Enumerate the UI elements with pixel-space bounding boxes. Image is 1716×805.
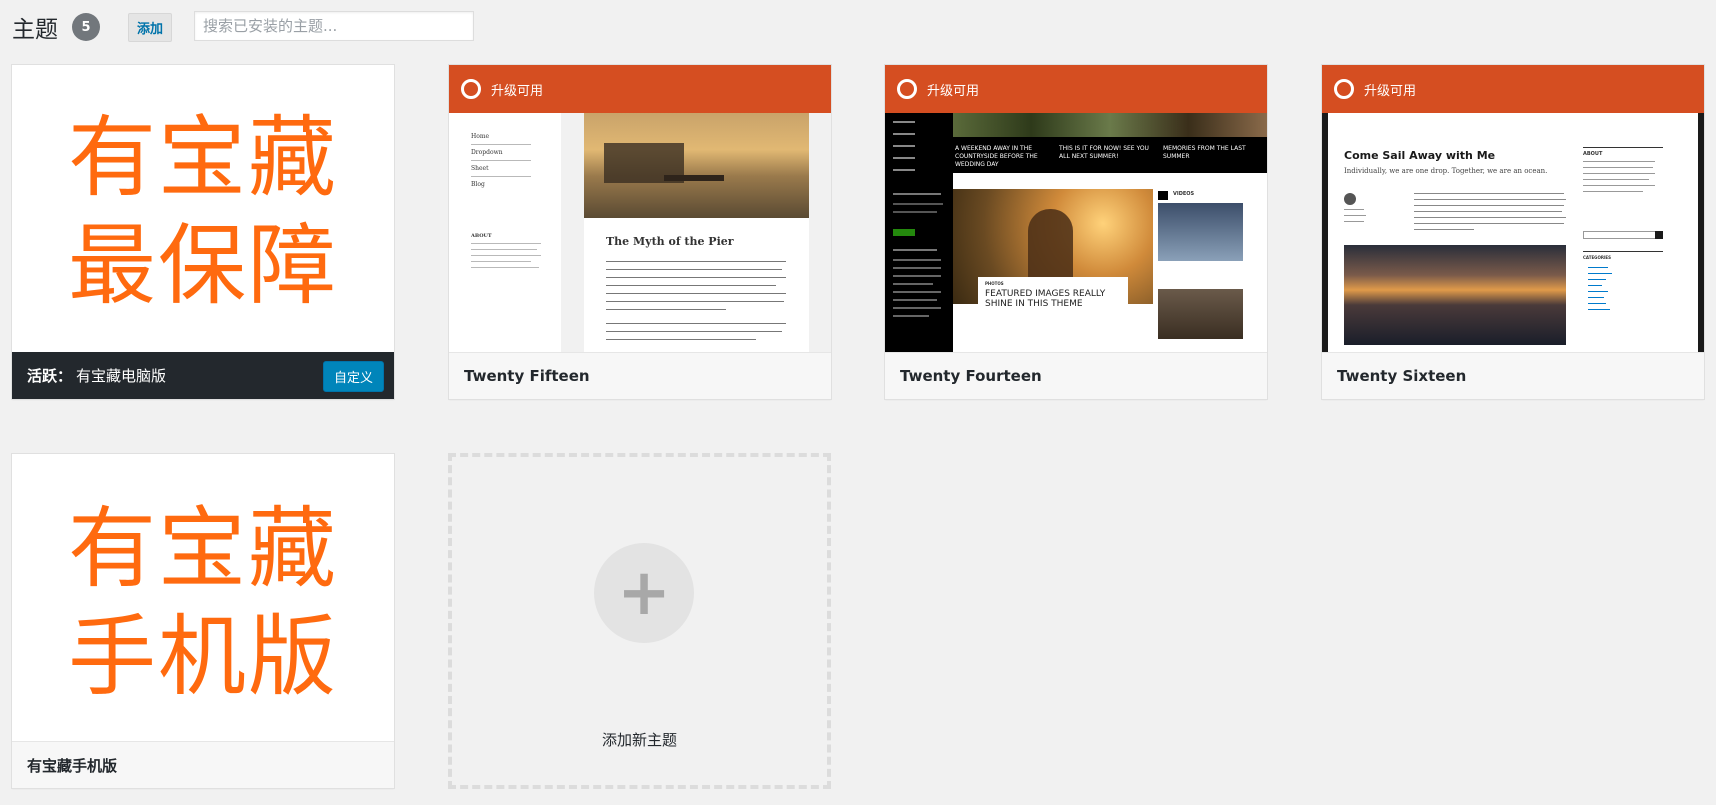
- add-circle: +: [594, 543, 694, 643]
- sidebar-heading: ABOUT: [471, 233, 492, 239]
- screenshot-text-line1: 有宝藏: [67, 497, 338, 600]
- nav-item: Blog: [471, 181, 485, 188]
- update-available-banner: 升级可用: [885, 65, 1267, 113]
- pier-image: [584, 113, 809, 218]
- update-label: 升级可用: [1364, 83, 1417, 99]
- screenshot-sidebar: Home Dropdown Sheet Blog ABOUT: [449, 113, 561, 352]
- feature-title: FEATURED IMAGES REALLY SHINE IN THIS THE…: [985, 289, 1106, 309]
- theme-name-bar: Twenty Sixteen: [1322, 352, 1704, 399]
- theme-name: Twenty Fifteen: [464, 367, 590, 385]
- page-title: 主题: [12, 17, 58, 43]
- refresh-icon: [1334, 79, 1354, 99]
- theme-screenshot: 升级可用 Come Sail Away with Me Individually…: [1322, 65, 1704, 352]
- sidebar-categories: CATEGORIES: [1583, 255, 1612, 260]
- theme-card-twenty-fifteen[interactable]: 升级可用 Home Dropdown Sheet Blog ABOUT The …: [448, 64, 832, 400]
- update-available-banner: 升级可用: [1322, 65, 1704, 113]
- theme-name-bar: 活跃： 有宝藏电脑版 自定义: [12, 352, 394, 399]
- theme-name: 有宝藏手机版: [27, 756, 118, 775]
- screenshot-content: Come Sail Away with Me Individually, we …: [1328, 113, 1698, 352]
- search-input[interactable]: [194, 11, 474, 41]
- theme-name-bar: 有宝藏手机版: [12, 741, 394, 788]
- headline: MEMORIES FROM THE LAST SUMMER: [1163, 145, 1246, 160]
- theme-card-mobile[interactable]: 有宝藏 手机版 有宝藏手机版: [11, 453, 395, 789]
- screenshot-text-line2: 最保障: [67, 214, 338, 317]
- theme-card-twenty-sixteen[interactable]: 升级可用 Come Sail Away with Me Individually…: [1321, 64, 1705, 400]
- plus-icon: +: [617, 556, 671, 630]
- post-subtitle: Individually, we are one drop. Together,…: [1344, 167, 1548, 175]
- customize-button[interactable]: 自定义: [322, 361, 384, 392]
- nav-item: Dropdown: [471, 149, 503, 156]
- active-label: 活跃：: [27, 367, 73, 385]
- sunset-image: [1344, 245, 1566, 345]
- update-label: 升级可用: [491, 83, 544, 99]
- theme-count-badge: 5: [72, 13, 100, 41]
- sidebar-about: ABOUT: [1583, 151, 1603, 157]
- post-title: The Myth of the Pier: [606, 235, 734, 248]
- add-new-theme-label: 添加新主题: [601, 731, 677, 749]
- theme-name: 有宝藏电脑版: [76, 367, 167, 385]
- theme-screenshot: 升级可用 Home Dropdown Sheet Blog ABOUT The …: [449, 65, 831, 352]
- page-header: 主题 5 添加: [12, 10, 173, 44]
- screenshot-text-line1: 有宝藏: [67, 106, 338, 209]
- screenshot-content: The Myth of the Pier: [584, 113, 809, 352]
- theme-card-twenty-fourteen[interactable]: 升级可用 A WEEKEND AWAY IN THE COUNTRYSIDE B: [884, 64, 1268, 400]
- videos-label: VIDEOS: [1173, 191, 1195, 197]
- add-theme-button[interactable]: 添加: [128, 12, 173, 42]
- theme-card-active[interactable]: 有宝藏 最保障 活跃： 有宝藏电脑版 自定义: [11, 64, 395, 400]
- theme-name-bar: Twenty Fifteen: [449, 352, 831, 399]
- nav-item: Sheet: [471, 165, 489, 172]
- refresh-icon: [461, 79, 481, 99]
- refresh-icon: [897, 79, 917, 99]
- nav-item: Home: [471, 133, 490, 140]
- headline: A WEEKEND AWAY IN THE COUNTRYSIDE BEFORE…: [955, 145, 1038, 168]
- screenshot-text-line2: 手机版: [67, 605, 338, 708]
- theme-name: Twenty Sixteen: [1337, 367, 1467, 385]
- add-new-theme-card[interactable]: + 添加新主题: [448, 453, 831, 789]
- theme-name: Twenty Fourteen: [900, 367, 1042, 385]
- theme-name-bar: Twenty Fourteen: [885, 352, 1267, 399]
- update-available-banner: 升级可用: [449, 65, 831, 113]
- post-title: Come Sail Away with Me: [1344, 149, 1496, 162]
- theme-screenshot: 有宝藏 手机版: [12, 454, 394, 741]
- screenshot-content: PHOTOS FEATURED IMAGES REALLY SHINE IN T…: [953, 173, 1267, 352]
- update-label: 升级可用: [927, 83, 980, 99]
- theme-screenshot: 升级可用 A WEEKEND AWAY IN THE COUNTRYSIDE B: [885, 65, 1267, 352]
- screenshot-sidebar: [885, 113, 953, 352]
- headline: THIS IS IT FOR NOW! SEE YOU ALL NEXT SUM…: [1059, 145, 1149, 160]
- theme-screenshot: 有宝藏 最保障: [12, 65, 394, 352]
